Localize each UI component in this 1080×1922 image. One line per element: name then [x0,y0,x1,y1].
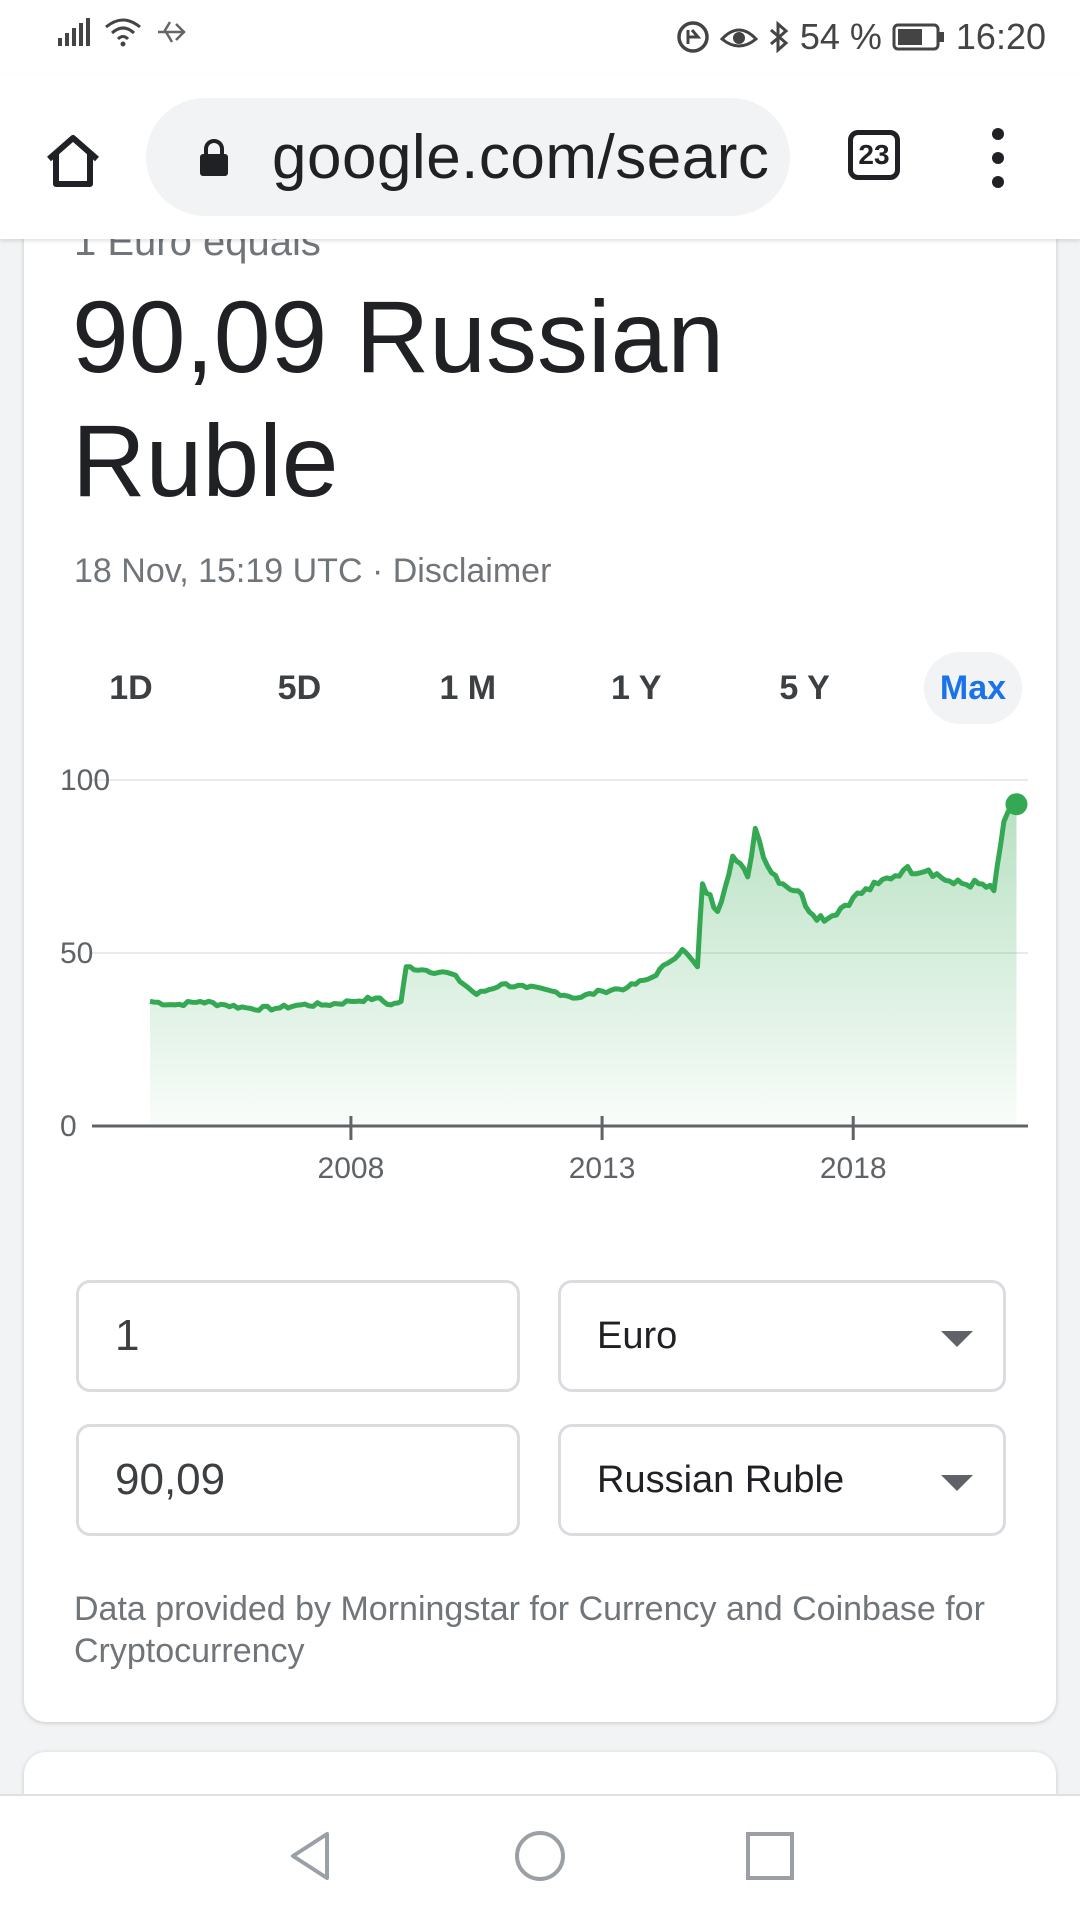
dropdown-arrow-icon [941,1331,973,1347]
wifi-icon [105,18,141,47]
tab-switcher-button[interactable]: 23 [848,130,900,180]
x-tick-label: 2013 [569,1152,636,1180]
usb-icon [158,21,186,43]
disclaimer-link[interactable]: Disclaimer [393,552,552,590]
url-text: google.com/searc [272,123,770,192]
range-button-5d[interactable]: 5D [250,652,348,724]
to-currency-select[interactable]: Russian Ruble [558,1424,1006,1536]
x-tick-label: 2018 [820,1152,887,1180]
tab-count: 23 [858,139,890,170]
latest-point-marker [1005,793,1028,816]
separator: · [362,552,393,590]
range-button-1m[interactable]: 1 M [419,652,517,724]
timestamp-line: 18 Nov, 15:19 UTC · Disclaimer [74,552,551,591]
lock-icon [200,139,228,176]
data-source-note: Data provided by Morningstar for Currenc… [74,1590,985,1670]
status-bar: 54 % 16:20 [0,0,1080,74]
system-nav-bar [0,1794,1080,1922]
currency-converter-card: 1 Euro equals 90,09 Russian Ruble 18 Nov… [24,190,1056,1722]
clock: 16:20 [955,16,1046,57]
overflow-menu-icon[interactable] [978,128,1018,188]
conversion-result: 90,09 Russian Ruble [72,280,725,518]
to-amount-input[interactable]: 90,09 [76,1424,520,1536]
range-button-5y[interactable]: 5 Y [756,652,854,724]
bluetooth-icon [769,21,789,53]
range-button-1y[interactable]: 1 Y [587,652,685,724]
back-icon[interactable] [285,1828,335,1884]
home-icon [47,135,99,187]
signal-icon [58,18,90,46]
battery-icon [892,23,944,51]
range-selector: 1D 5D 1 M 1 Y 5 Y Max [82,652,1022,726]
eye-icon [719,28,758,48]
range-button-1d[interactable]: 1D [82,652,180,724]
exchange-rate-chart: 0 50 100 2008 2013 2018 [60,764,1028,1180]
dropdown-arrow-icon [941,1475,973,1491]
data-saver-icon [677,21,709,53]
to-currency-label: Russian Ruble [597,1459,845,1501]
series-area [150,804,1017,1126]
recents-icon[interactable] [744,1830,796,1882]
to-amount-value: 90,09 [115,1455,226,1504]
battery-percent: 54 % [799,16,882,57]
range-button-max[interactable]: Max [923,652,1022,724]
y-tick-label: 0 [60,1110,77,1143]
address-bar[interactable]: google.com/searc [146,98,790,216]
timestamp: 18 Nov, 15:19 UTC [74,552,363,590]
home-circle-icon[interactable] [512,1828,568,1884]
home-button[interactable] [38,126,108,196]
y-tick-label: 100 [60,764,110,797]
from-currency-select[interactable]: Euro [558,1280,1006,1392]
from-currency-label: Euro [597,1315,678,1357]
from-amount-value: 1 [115,1311,140,1360]
browser-toolbar: google.com/searc 23 [0,74,1080,239]
from-amount-input[interactable]: 1 [76,1280,520,1392]
x-tick-label: 2008 [318,1152,385,1180]
y-tick-label: 50 [60,937,93,970]
